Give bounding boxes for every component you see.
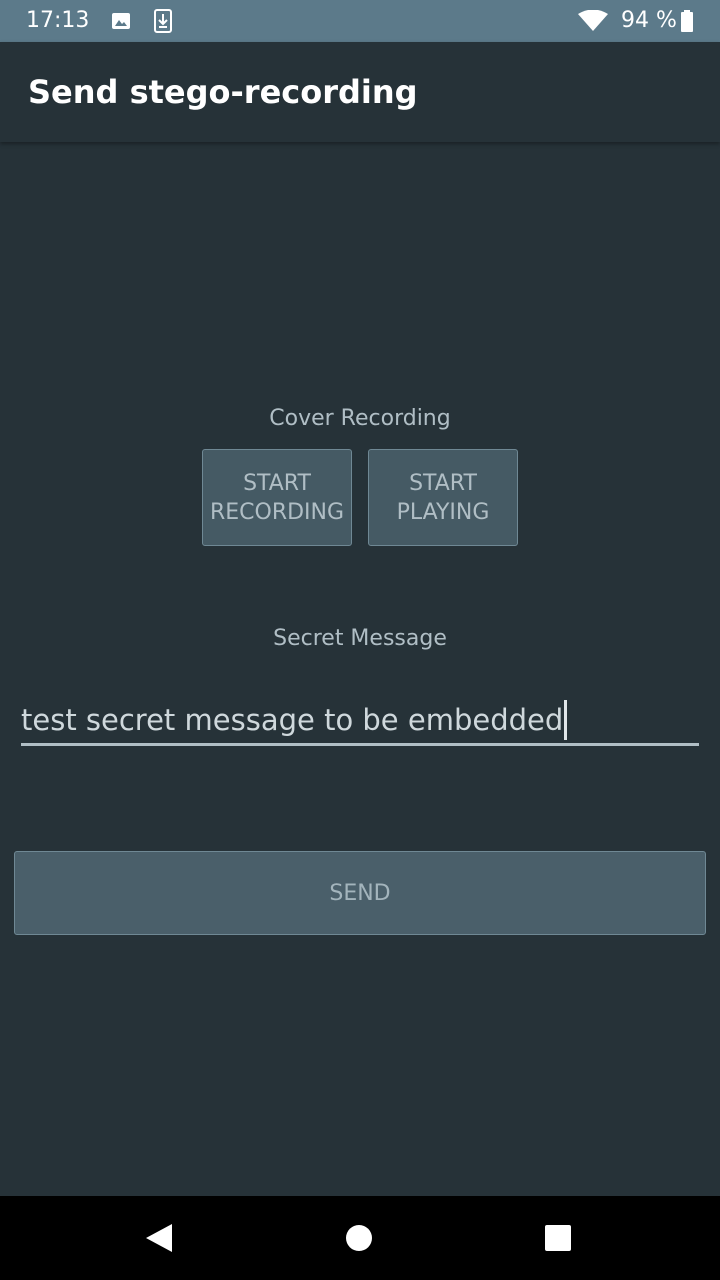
start-playing-label-line2: PLAYING — [396, 499, 490, 525]
main-content: Cover Recording START RECORDING START PL… — [0, 142, 720, 1196]
image-icon — [112, 13, 130, 29]
status-time: 17:13 — [26, 8, 90, 33]
page-title: Send stego-recording — [28, 73, 418, 111]
send-button[interactable]: SEND — [14, 851, 706, 935]
secret-message-label: Secret Message — [273, 626, 447, 651]
start-recording-button[interactable]: START RECORDING — [202, 449, 352, 546]
cover-recording-label: Cover Recording — [269, 406, 451, 431]
start-recording-label-line2: RECORDING — [209, 499, 345, 525]
recents-icon[interactable] — [545, 1225, 571, 1251]
secret-message-value: test secret message to be embedded — [21, 703, 564, 737]
navigation-bar — [0, 1196, 720, 1280]
back-icon[interactable] — [146, 1224, 172, 1252]
wifi-icon — [578, 10, 608, 31]
battery-percentage: 94 % — [621, 8, 677, 33]
text-cursor — [564, 700, 568, 740]
status-bar: 17:13 94 % — [0, 0, 720, 42]
secret-message-input[interactable]: test secret message to be embedded — [21, 700, 699, 746]
download-icon — [154, 9, 172, 33]
start-recording-label-line1: START — [243, 470, 311, 496]
app-bar: Send stego-recording — [0, 42, 720, 142]
start-playing-label-line1: START — [409, 470, 477, 496]
start-playing-button[interactable]: START PLAYING — [368, 449, 518, 546]
battery-icon — [681, 10, 693, 32]
home-icon[interactable] — [346, 1225, 372, 1251]
